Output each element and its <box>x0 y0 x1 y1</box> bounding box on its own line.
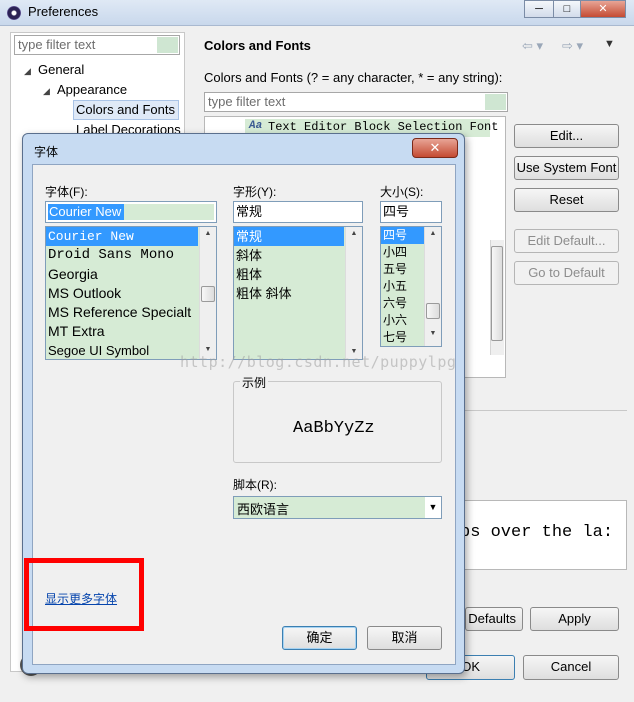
go-to-default-button[interactable]: Go to Default <box>514 261 619 285</box>
red-highlight-box <box>24 558 144 631</box>
minimize-button[interactable]: ─ <box>524 0 554 18</box>
right-tree-scroll-thumb[interactable] <box>491 246 503 341</box>
scroll-up-icon[interactable]: ▲ <box>200 227 216 241</box>
scroll-up-icon[interactable]: ▲ <box>346 227 362 241</box>
font-list-scroll-thumb[interactable] <box>201 286 215 302</box>
tree-item-general[interactable]: General <box>38 61 84 79</box>
edit-default-button[interactable]: Edit Default... <box>514 229 619 253</box>
font-aa-icon: Aa <box>249 120 263 132</box>
font-list-item[interactable]: Georgia <box>46 265 216 284</box>
expand-general-icon[interactable]: ◢ <box>24 62 31 80</box>
scroll-down-icon[interactable]: ▼ <box>425 327 441 341</box>
style-list-item[interactable]: 斜体 <box>234 246 362 265</box>
style-list-item[interactable]: 常规 <box>234 227 344 246</box>
font-list-item[interactable]: Droid Sans Mono <box>46 246 216 265</box>
style-list-item[interactable]: 粗体 <box>234 265 362 284</box>
font-list-scrollbar[interactable]: ▲ ▼ <box>199 227 216 359</box>
chevron-down-icon[interactable]: ▼ <box>425 497 441 518</box>
tree-item-appearance[interactable]: Appearance <box>57 81 127 99</box>
page-title: Colors and Fonts <box>204 38 311 53</box>
size-list-item[interactable]: 四号 <box>381 227 425 244</box>
tree-item-colors-and-fonts[interactable]: Colors and Fonts <box>73 100 179 120</box>
colors-fonts-description: Colors and Fonts (? = any character, * =… <box>204 70 503 85</box>
view-menu-icon[interactable]: ▼ <box>604 38 615 50</box>
font-list-item[interactable]: Courier New <box>46 227 198 246</box>
left-filter-clear-icon[interactable] <box>157 37 178 53</box>
sample-label: 示例 <box>240 374 269 391</box>
style-list-item[interactable]: 粗体 斜体 <box>234 284 362 303</box>
restore-defaults-button[interactable]: Defaults <box>465 607 523 631</box>
watermark: http://blog.csdn.net/puppylpg <box>180 353 457 371</box>
left-filter-input[interactable]: type filter text <box>14 35 180 55</box>
font-list-item[interactable]: MS Reference Specialt <box>46 303 216 322</box>
font-size-label: 大小(S): <box>380 185 424 199</box>
font-style-list[interactable]: 常规 斜体 粗体 粗体 斜体 <box>233 226 363 360</box>
sample-text: AaBbYyZz <box>293 419 375 438</box>
font-dialog-title: 字体 <box>34 145 59 159</box>
expand-appearance-icon[interactable]: ◢ <box>43 82 50 100</box>
font-style-input[interactable]: 常规 <box>233 201 363 223</box>
description-area <box>447 410 627 480</box>
maximize-button[interactable]: □ <box>553 0 581 18</box>
style-list-scrollbar[interactable]: ▲ ▼ <box>345 227 362 359</box>
font-family-value: Courier New <box>49 204 122 219</box>
font-dialog-close-button[interactable]: ✕ <box>412 138 458 158</box>
apply-button[interactable]: Apply <box>530 607 619 631</box>
window-close-button[interactable]: ✕ <box>580 0 626 18</box>
font-preview-text: ps over the la: <box>460 523 614 542</box>
tree-item-block-selection-font[interactable]: Text Editor Block Selection Font <box>268 120 498 134</box>
edit-button[interactable]: Edit... <box>514 124 619 148</box>
reset-button[interactable]: Reset <box>514 188 619 212</box>
font-list-item[interactable]: MT Extra <box>46 322 216 341</box>
cancel-button[interactable]: Cancel <box>523 655 619 680</box>
size-list-scrollbar[interactable]: ▲ ▼ <box>424 227 441 346</box>
font-family-label: 字体(F): <box>45 185 88 199</box>
window-title: Preferences <box>28 4 99 19</box>
use-system-font-button[interactable]: Use System Font <box>514 156 619 180</box>
font-list-item[interactable]: MS Outlook <box>46 284 216 303</box>
size-list-scroll-thumb[interactable] <box>426 303 440 319</box>
right-filter-input[interactable]: type filter text <box>204 92 508 112</box>
forward-arrow-icon[interactable]: ⇨ ▾ <box>562 38 583 54</box>
script-label: 脚本(R): <box>233 478 277 492</box>
back-arrow-icon[interactable]: ⇦ ▾ <box>522 38 543 54</box>
eclipse-logo-icon <box>7 6 21 20</box>
font-ok-button[interactable]: 确定 <box>282 626 357 650</box>
font-family-input-fill <box>124 204 214 220</box>
font-cancel-button[interactable]: 取消 <box>367 626 442 650</box>
font-style-label: 字形(Y): <box>233 185 277 199</box>
right-filter-clear-icon[interactable] <box>485 94 506 110</box>
script-value: 西欧语言 <box>237 502 290 517</box>
font-size-input[interactable]: 四号 <box>380 201 442 223</box>
scroll-up-icon[interactable]: ▲ <box>425 227 441 241</box>
font-family-list[interactable]: Courier New Droid Sans Mono Georgia MS O… <box>45 226 217 360</box>
